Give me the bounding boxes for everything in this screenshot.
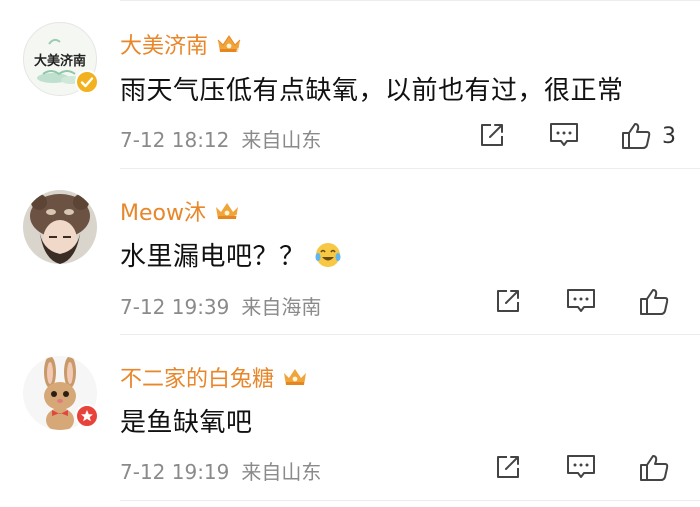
username-text[interactable]: Meow沐 [120, 201, 206, 226]
comment-meta: 7-12 19:19 来自山东 [120, 456, 321, 485]
like-icon [640, 455, 669, 481]
comment-divider [120, 500, 700, 501]
avatar-logo-text: 大美济南 [34, 53, 86, 69]
girl-with-bear-hat-avatar [23, 190, 97, 264]
like-button[interactable]: 3 [620, 120, 676, 152]
comment-location: 来自海南 [241, 295, 322, 319]
like-button[interactable] [638, 286, 670, 318]
comment-button[interactable] [548, 120, 580, 150]
comment-time: 7-12 19:19 [120, 460, 230, 484]
comment-time: 7-12 18:12 [120, 128, 230, 152]
username[interactable]: 大美济南 6 [120, 28, 242, 61]
comment-divider [120, 168, 700, 169]
comment-divider [120, 334, 700, 335]
avatar[interactable] [23, 190, 97, 264]
comment-icon [550, 123, 578, 146]
comment-meta: 7-12 18:12 来自山东 [120, 124, 321, 153]
username[interactable]: 不二家的白兔糖 [120, 361, 308, 394]
share-button[interactable] [477, 120, 507, 150]
comment-text: 水里漏电吧？？ [120, 236, 342, 276]
action-bar: 3 [470, 120, 700, 154]
username-text[interactable]: 不二家的白兔糖 [120, 367, 274, 392]
comment-time: 7-12 19:39 [120, 295, 230, 319]
svg-text:2: 2 [234, 214, 239, 222]
avatar[interactable]: 大美济南 [23, 22, 99, 96]
like-icon [640, 289, 669, 315]
top-divider [120, 0, 700, 1]
action-bar [480, 452, 700, 486]
share-icon [497, 290, 519, 312]
verified-badge-icon [75, 70, 99, 94]
comment-text: 是鱼缺氧吧 [120, 408, 253, 438]
comment-icon [567, 289, 595, 312]
share-button[interactable] [493, 286, 523, 316]
share-icon [497, 456, 519, 478]
crown-icon: 2 [214, 200, 240, 228]
comment-text: 雨天气压低有点缺氧，以前也有过，很正常 [120, 76, 624, 106]
like-count: 3 [662, 123, 676, 149]
svg-text:6: 6 [236, 47, 241, 55]
avatar[interactable] [23, 356, 99, 430]
crown-icon: 6 [216, 33, 242, 61]
like-icon [622, 123, 651, 149]
comment-button[interactable] [565, 452, 597, 482]
comment-button[interactable] [565, 286, 597, 316]
comment-icon [567, 455, 595, 478]
comment-location: 来自山东 [241, 128, 322, 152]
red-badge-icon [75, 404, 99, 428]
comment-meta: 7-12 19:39 来自海南 [120, 291, 321, 320]
share-button[interactable] [493, 452, 523, 482]
share-icon [481, 124, 503, 146]
username-text[interactable]: 大美济南 [120, 34, 208, 59]
action-bar [480, 286, 700, 320]
crown-icon [282, 366, 308, 394]
username[interactable]: Meow沐 2 [120, 195, 240, 228]
laughing-crying-emoji-icon [314, 241, 342, 276]
comment-text-content: 水里漏电吧？？ [120, 242, 306, 272]
comment-location: 来自山东 [241, 460, 322, 484]
like-button[interactable] [638, 452, 670, 484]
